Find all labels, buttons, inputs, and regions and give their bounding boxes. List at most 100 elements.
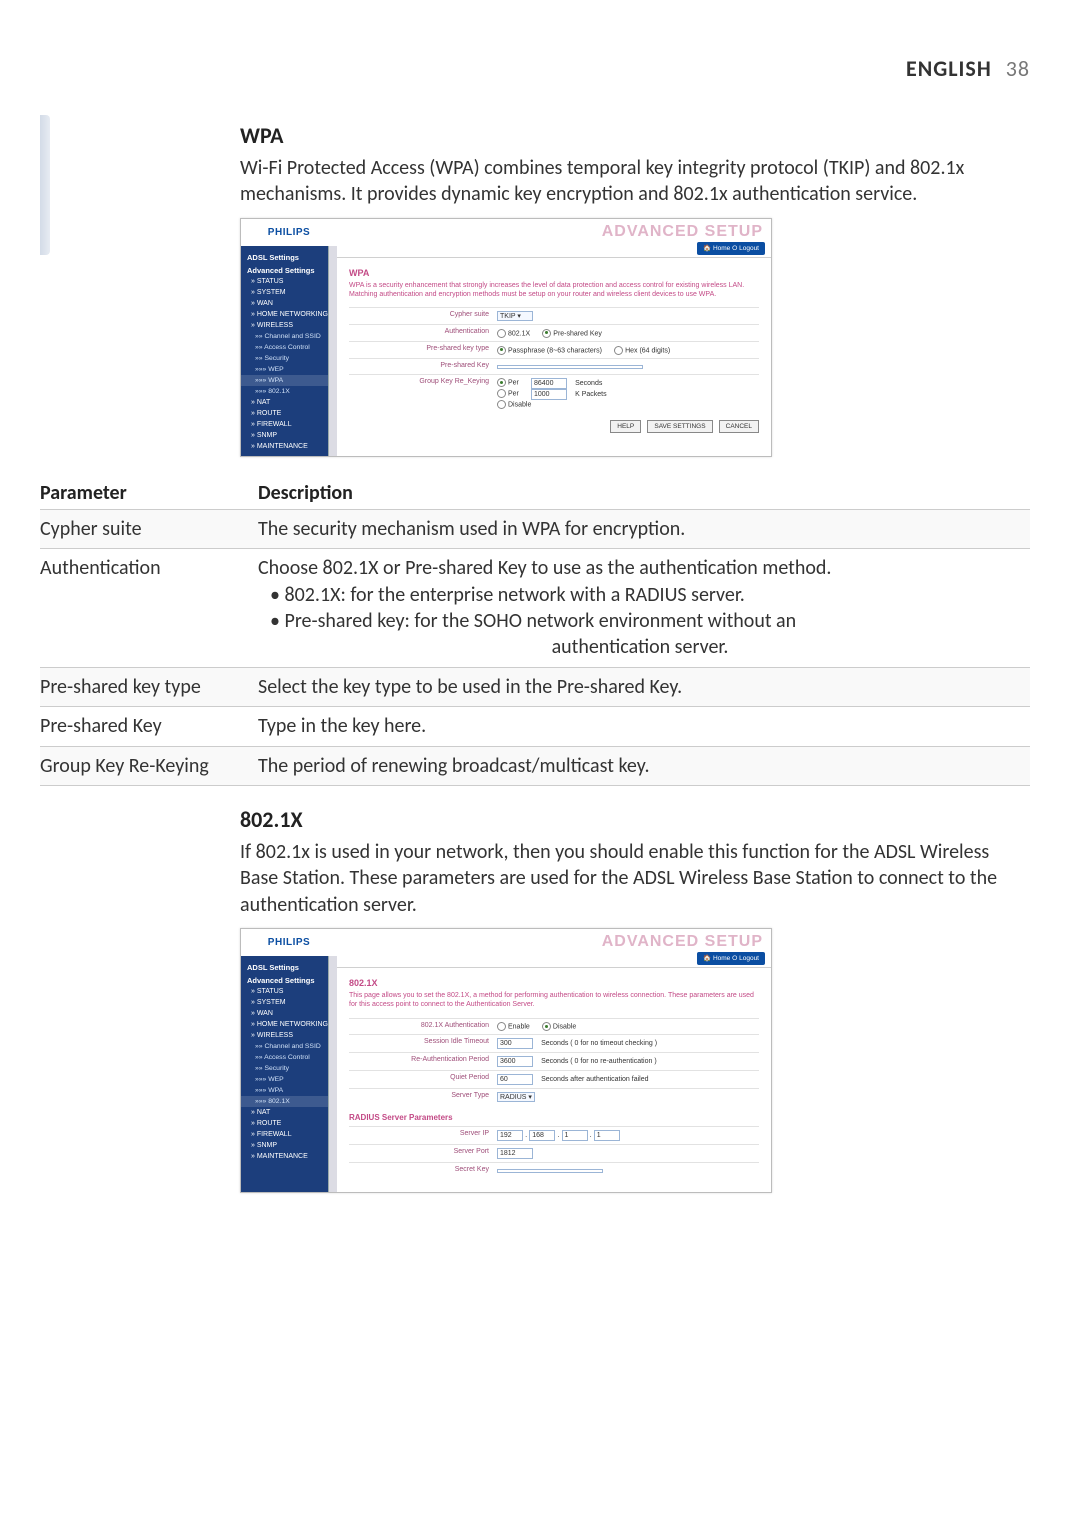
- nav-nat[interactable]: » NAT: [241, 397, 337, 408]
- nav-8021x[interactable]: »»» 802.1X: [241, 1096, 337, 1107]
- th-parameter: Parameter: [40, 477, 258, 510]
- lbl-server-port: Server Port: [349, 1148, 497, 1155]
- unit-seconds: Seconds: [575, 380, 602, 387]
- nav-group-advanced[interactable]: Advanced Settings: [241, 263, 337, 276]
- wpa-heading: WPA: [240, 122, 1030, 149]
- brand-logo: PHILIPS: [241, 929, 337, 956]
- dot1x-screenshot: PHILIPS ADSL Settings Advanced Settings …: [240, 928, 772, 1193]
- nav-security[interactable]: »» Security: [241, 1063, 337, 1074]
- nav-route[interactable]: » ROUTE: [241, 408, 337, 419]
- input-ip-4[interactable]: 1: [594, 1130, 620, 1141]
- radio-psk-hex[interactable]: Hex (64 digits): [614, 346, 670, 355]
- th-description: Description: [258, 477, 1030, 510]
- input-psk[interactable]: [497, 365, 643, 369]
- input-idle-timeout[interactable]: 300: [497, 1038, 533, 1049]
- nav-wan[interactable]: » WAN: [241, 298, 337, 309]
- nav-route[interactable]: » ROUTE: [241, 1118, 337, 1129]
- nav-security[interactable]: »» Security: [241, 353, 337, 364]
- lbl-quiet-period: Quiet Period: [349, 1074, 497, 1081]
- nav-status[interactable]: » STATUS: [241, 986, 337, 997]
- nav-group-adsl[interactable]: ADSL Settings: [241, 250, 337, 263]
- radio-rekey-disable[interactable]: Disable: [497, 400, 531, 409]
- radio-psk-passphrase[interactable]: Passphrase (8~63 characters): [497, 346, 602, 355]
- cell-param: Pre-shared key type: [40, 667, 258, 706]
- nav-wep[interactable]: »»» WEP: [241, 1074, 337, 1085]
- cell-desc: Choose 802.1X or Pre-shared Key to use a…: [258, 549, 1030, 668]
- input-ip-1[interactable]: 192: [497, 1130, 523, 1141]
- input-rekey-seconds[interactable]: 86400: [531, 378, 567, 389]
- nav-wep[interactable]: »»» WEP: [241, 364, 337, 375]
- nav-channel-ssid[interactable]: »» Channel and SSID: [241, 331, 337, 342]
- radio-auth-psk[interactable]: Pre-shared Key: [542, 329, 602, 338]
- lbl-reauth-period: Re-Authentication Period: [349, 1056, 497, 1063]
- nav-access-control[interactable]: »» Access Control: [241, 1052, 337, 1063]
- input-reauth-period[interactable]: 3600: [497, 1056, 533, 1067]
- cell-param: Authentication: [40, 549, 258, 668]
- nav-maintenance[interactable]: » MAINTENANCE: [241, 1151, 337, 1162]
- table-row: Authentication Choose 802.1X or Pre-shar…: [40, 549, 1030, 668]
- cancel-button[interactable]: CANCEL: [719, 420, 759, 433]
- nav-wpa[interactable]: »»» WPA: [241, 375, 337, 386]
- input-server-port[interactable]: 1812: [497, 1148, 533, 1159]
- table-row: Cypher suite The security mechanism used…: [40, 509, 1030, 548]
- radio-auth-enable[interactable]: Enable: [497, 1022, 530, 1031]
- nav-system[interactable]: » SYSTEM: [241, 997, 337, 1008]
- cell-param: Pre-shared Key: [40, 707, 258, 746]
- lbl-psk: Pre-shared Key: [349, 362, 497, 369]
- radio-auth-disable[interactable]: Disable: [542, 1022, 576, 1031]
- ss-topbar: ADVANCED SETUP 🏠 Home ⭘ Logout: [337, 219, 771, 258]
- nav-access-control[interactable]: »» Access Control: [241, 342, 337, 353]
- input-rekey-packets[interactable]: 1000: [531, 389, 567, 400]
- nav-system[interactable]: » SYSTEM: [241, 287, 337, 298]
- radio-rekey-seconds[interactable]: Per: [497, 378, 519, 387]
- nav-wireless[interactable]: » WIRELESS: [241, 1030, 337, 1041]
- lbl-authentication: Authentication: [349, 328, 497, 335]
- help-button[interactable]: HELP: [610, 420, 641, 433]
- ss-nav-scroll[interactable]: ADSL Settings Advanced Settings » STATUS…: [241, 246, 337, 456]
- lbl-server-ip: Server IP: [349, 1130, 497, 1137]
- ss-panel-title: 802.1X: [349, 978, 759, 988]
- thumb-index-strip: [40, 115, 50, 255]
- nav-home-net[interactable]: » HOME NETWORKING: [241, 1019, 337, 1030]
- input-quiet-period[interactable]: 60: [497, 1074, 533, 1085]
- nav-nat[interactable]: » NAT: [241, 1107, 337, 1118]
- nav-group-advanced[interactable]: Advanced Settings: [241, 973, 337, 986]
- nav-wpa[interactable]: »»» WPA: [241, 1085, 337, 1096]
- ss-panel-title: WPA: [349, 268, 759, 278]
- ss-top-links[interactable]: 🏠 Home ⭘ Logout: [697, 242, 765, 255]
- nav-firewall[interactable]: » FIREWALL: [241, 1129, 337, 1140]
- input-secret-key[interactable]: [497, 1169, 603, 1173]
- input-ip-3[interactable]: 1: [562, 1130, 588, 1141]
- nav-snmp[interactable]: » SNMP: [241, 1140, 337, 1151]
- nav-snmp[interactable]: » SNMP: [241, 430, 337, 441]
- nav-wireless[interactable]: » WIRELESS: [241, 320, 337, 331]
- select-cypher-suite[interactable]: TKIP ▾: [497, 311, 533, 321]
- nav-channel-ssid[interactable]: »» Channel and SSID: [241, 1041, 337, 1052]
- unit-idle: Seconds ( 0 for no timeout checking ): [541, 1040, 657, 1047]
- brand-logo: PHILIPS: [241, 219, 337, 246]
- lbl-secret-key: Secret Key: [349, 1166, 497, 1173]
- radio-rekey-packets[interactable]: Per: [497, 389, 519, 398]
- nav-maintenance[interactable]: » MAINTENANCE: [241, 441, 337, 452]
- cell-desc: The period of renewing broadcast/multica…: [258, 746, 1030, 785]
- dot1x-intro: If 802.1x is used in your network, then …: [240, 839, 1030, 918]
- nav-group-adsl[interactable]: ADSL Settings: [241, 960, 337, 973]
- nav-8021x[interactable]: »»» 802.1X: [241, 386, 337, 397]
- nav-wan[interactable]: » WAN: [241, 1008, 337, 1019]
- lbl-idle-timeout: Session Idle Timeout: [349, 1038, 497, 1045]
- nav-firewall[interactable]: » FIREWALL: [241, 419, 337, 430]
- table-row: Group Key Re-Keying The period of renewi…: [40, 746, 1030, 785]
- ss-top-links[interactable]: 🏠 Home ⭘ Logout: [697, 952, 765, 965]
- lbl-rekey: Group Key Re_Keying: [349, 378, 497, 385]
- select-server-type[interactable]: RADIUS ▾: [497, 1092, 535, 1102]
- save-settings-button[interactable]: SAVE SETTINGS: [647, 420, 712, 433]
- nav-home-net[interactable]: » HOME NETWORKING: [241, 309, 337, 320]
- lbl-8021x-auth: 802.1X Authentication: [349, 1022, 497, 1029]
- wpa-intro: Wi-Fi Protected Access (WPA) combines te…: [240, 155, 1030, 208]
- unit-quiet: Seconds after authentication failed: [541, 1076, 648, 1083]
- ss-nav-scroll[interactable]: ADSL Settings Advanced Settings » STATUS…: [241, 956, 337, 1192]
- radio-auth-8021x[interactable]: 802.1X: [497, 329, 530, 338]
- input-ip-2[interactable]: 168: [529, 1130, 555, 1141]
- nav-status[interactable]: » STATUS: [241, 276, 337, 287]
- parameter-table: Parameter Description Cypher suite The s…: [40, 477, 1030, 786]
